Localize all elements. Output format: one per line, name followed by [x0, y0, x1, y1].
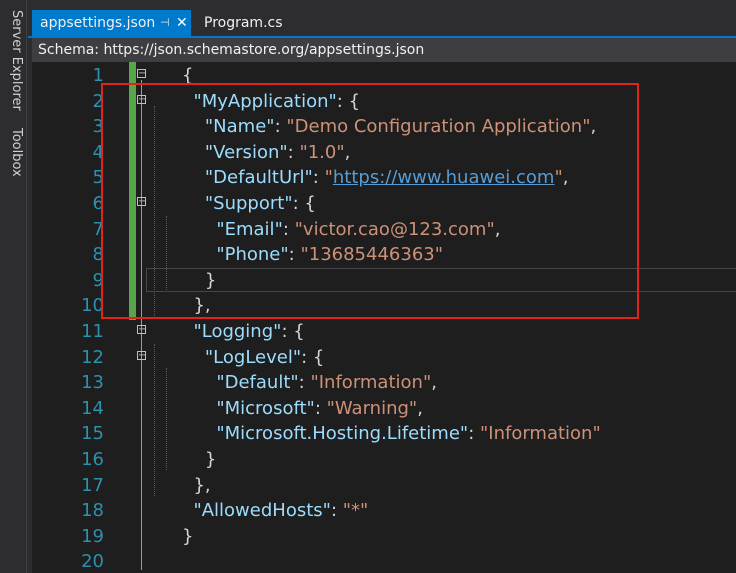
code-token: "Microsoft" — [216, 397, 315, 419]
pin-icon[interactable]: ⊣ — [160, 10, 170, 36]
code-token: "Default" — [216, 372, 299, 394]
code-token: "Microsoft.Hosting.Lifetime" — [216, 423, 469, 445]
tool-window-strip: Server Explorer Toolbox — [0, 0, 27, 573]
tab-program-cs[interactable]: Program.cs — [196, 10, 291, 36]
toolbox-tab[interactable]: Toolbox — [2, 128, 24, 177]
code-text: } — [182, 447, 216, 473]
line-number: 10 — [81, 295, 104, 317]
tab-label: appsettings.json — [40, 15, 156, 31]
code-line[interactable]: 13 "Default": "Information", — [32, 370, 736, 396]
line-number: 19 — [81, 525, 104, 547]
line-number: 14 — [81, 397, 104, 419]
line-number: 8 — [92, 244, 104, 266]
code-text: "Microsoft.Hosting.Lifetime": "Informati… — [182, 421, 601, 447]
line-number: 5 — [92, 167, 104, 189]
schema-text: Schema: https://json.schemastore.org/app… — [38, 42, 425, 58]
line-number: 15 — [81, 423, 104, 445]
line-number: 2 — [92, 90, 104, 112]
code-line[interactable]: 16 } — [32, 447, 736, 473]
code-token: : — [314, 397, 327, 419]
line-number: 16 — [81, 449, 104, 470]
line-number: 3 — [92, 116, 104, 138]
code-text: "Microsoft": "Warning", — [182, 396, 423, 422]
line-number: 20 — [81, 551, 104, 573]
server-explorer-tab[interactable]: Server Explorer — [2, 10, 24, 111]
code-token: "Information" — [310, 372, 432, 394]
code-token: "LogLevel" — [204, 346, 302, 368]
code-token: : { — [301, 346, 325, 368]
code-line[interactable]: 19} — [32, 524, 736, 550]
code-token: : — [468, 423, 480, 445]
collapse-toggle-icon[interactable]: − — [137, 325, 146, 335]
code-line[interactable]: 15 "Microsoft.Hosting.Lifetime": "Inform… — [32, 421, 736, 447]
line-number: 1 — [92, 65, 104, 86]
code-token: } — [182, 449, 217, 470]
code-token: "Warning" — [326, 397, 418, 419]
line-number: 4 — [92, 141, 104, 163]
code-line[interactable]: 11 − "Logging": { — [32, 319, 736, 345]
code-token: : — [298, 372, 311, 394]
code-text: } — [182, 524, 193, 550]
tab-appsettings-json[interactable]: appsettings.json ⊣ ✕ — [32, 10, 191, 36]
code-token: , — [417, 397, 423, 419]
schema-bar: Schema: https://json.schemastore.org/app… — [32, 38, 736, 62]
code-token: "*" — [342, 500, 369, 522]
document-tab-bar: appsettings.json ⊣ ✕ Program.cs — [28, 10, 736, 38]
line-number: 12 — [81, 346, 104, 368]
code-text: "AllowedHosts": "*" — [182, 498, 368, 524]
code-line[interactable]: 12 − "LogLevel": { — [32, 345, 736, 371]
code-line[interactable]: 17 }, — [32, 473, 736, 499]
code-editor[interactable]: 1−{2− "MyApplication": {3 "Name": "Demo … — [32, 62, 736, 573]
tab-label: Program.cs — [204, 15, 283, 31]
code-token: } — [182, 525, 194, 547]
code-text: }, — [182, 473, 211, 499]
annotation-highlight-box — [101, 83, 639, 319]
line-number: 17 — [81, 474, 104, 496]
code-token: "Logging" — [193, 321, 282, 342]
collapse-toggle-icon[interactable]: − — [137, 350, 146, 360]
code-line[interactable]: 14 "Microsoft": "Warning", — [32, 396, 736, 422]
code-token: : — [330, 500, 343, 522]
code-line[interactable]: 18 "AllowedHosts": "*" — [32, 498, 736, 524]
code-text: "Default": "Information", — [182, 370, 437, 396]
line-number: 18 — [81, 500, 104, 522]
code-token: : { — [281, 321, 305, 342]
code-line[interactable]: 20 — [32, 549, 736, 573]
code-token: "AllowedHosts" — [193, 500, 331, 522]
collapse-toggle-icon[interactable]: − — [137, 69, 146, 79]
code-token: "Information" — [479, 423, 601, 445]
line-number: 6 — [92, 193, 104, 214]
code-token: , — [431, 372, 437, 394]
line-number: 11 — [81, 321, 104, 342]
line-number: 9 — [92, 269, 104, 291]
code-token: }, — [182, 474, 211, 496]
line-number: 13 — [81, 372, 104, 394]
line-number: 7 — [92, 218, 104, 240]
code-text: "Logging": { — [182, 319, 305, 345]
code-text: "LogLevel": { — [182, 345, 324, 371]
close-icon[interactable]: ✕ — [176, 10, 188, 36]
